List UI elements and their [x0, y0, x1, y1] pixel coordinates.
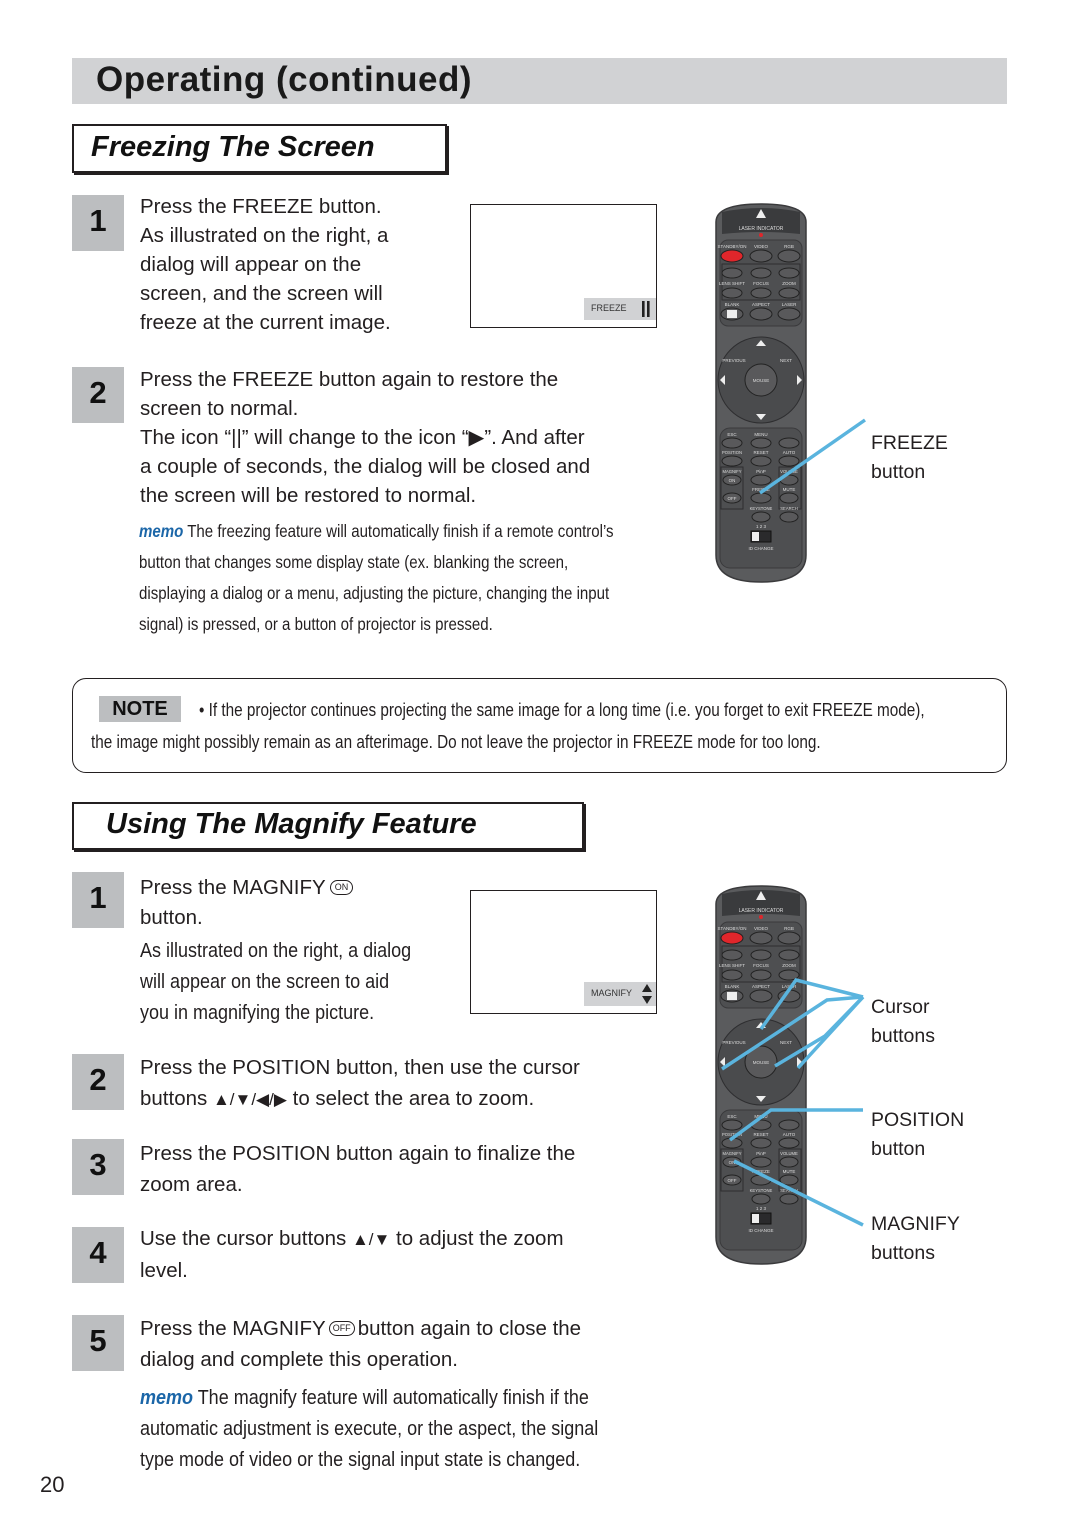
position-button-callout: POSITION button — [871, 1109, 965, 1160]
note-line-2: the image might possibly remain as an af… — [91, 732, 821, 752]
svg-text:STANDBY/ON: STANDBY/ON — [718, 244, 747, 249]
svg-text:MOUSE: MOUSE — [753, 378, 770, 383]
pause-icon — [641, 301, 651, 322]
magnify-callout-lines — [721, 978, 865, 1227]
svg-text:LENS SHIFT: LENS SHIFT — [719, 963, 745, 968]
page-number: 20 — [40, 1472, 65, 1497]
svg-text:VIDEO: VIDEO — [754, 926, 769, 931]
magnify-step-3-number: 3 — [72, 1139, 124, 1195]
magnify-section-heading: Using The Magnify Feature — [72, 802, 584, 850]
magnify-on-badge: ON — [329, 880, 354, 895]
memo-label: memo — [140, 1387, 194, 1409]
freeze-step-2-text: Press the FREEZE button again to restore… — [140, 368, 591, 507]
note-box: NOTE • If the projector continues projec… — [72, 678, 1007, 773]
freeze-step-1-number: 1 — [72, 195, 124, 251]
svg-text:LASER: LASER — [782, 302, 798, 307]
magnify-step-3-text: Press the POSITION button again to final… — [140, 1142, 576, 1196]
magnify-osd-label: MAGNIFY — [591, 988, 633, 998]
magnify-step-5-text: Press the MAGNIFY OFF button again to clos… — [140, 1317, 582, 1371]
memo-label: memo — [139, 521, 184, 541]
svg-text:LASER INDICATOR: LASER INDICATOR — [739, 908, 784, 914]
freeze-callout-line — [759, 418, 866, 495]
up-down-arrows-icon: ▲/▼ — [351, 1230, 391, 1249]
cursor-arrows-icon: ▲/▼/◀/▶ — [212, 1090, 287, 1109]
cursor-buttons-callout: Cursor buttons — [871, 996, 935, 1047]
freeze-step-2-number: 2 — [72, 367, 124, 423]
svg-text:LASER INDICATOR: LASER INDICATOR — [739, 226, 784, 232]
svg-text:RGB: RGB — [784, 244, 794, 249]
svg-text:BLANK: BLANK — [725, 302, 740, 307]
magnify-step-5-number: 5 — [72, 1315, 124, 1371]
magnify-step-4-number: 4 — [72, 1227, 124, 1283]
up-down-arrows-icon — [642, 983, 652, 1010]
svg-text:LENS SHIFT: LENS SHIFT — [719, 281, 745, 286]
magnify-heading-text: Using The Magnify Feature — [106, 808, 477, 840]
magnify-step-2-text: Press the POSITION button, then use the … — [140, 1056, 580, 1110]
svg-text:1 2 3: 1 2 3 — [756, 524, 767, 529]
freeze-screen-illustration: FREEZE — [470, 204, 657, 328]
magnify-step-1-subtext: As illustrated on the right, a dialog wi… — [140, 940, 412, 1024]
page-title-band: Operating (continued) — [72, 58, 1007, 104]
note-line-1: • If the projector continues projecting … — [199, 700, 925, 720]
magnify-screen-illustration: MAGNIFY — [470, 890, 657, 1014]
note-badge: NOTE — [99, 696, 181, 722]
svg-text:VIDEO: VIDEO — [754, 244, 769, 249]
svg-text:RGB: RGB — [784, 926, 794, 931]
freeze-osd-dialog: FREEZE — [584, 298, 656, 320]
svg-text:FOCUS: FOCUS — [753, 281, 769, 286]
freeze-button-callout: FREEZE button — [871, 432, 948, 483]
magnify-step-1-text: Press the MAGNIFY ON button. — [140, 873, 470, 933]
magnify-step-1-number: 1 — [72, 872, 124, 928]
freeze-step-1-text: Press the FREEZE button. As illustrated … — [140, 195, 391, 334]
magnify-memo: memo The magnify feature will automatica… — [140, 1387, 599, 1471]
svg-text:ZOOM: ZOOM — [782, 281, 796, 286]
page-title: Operating (continued) — [96, 60, 473, 99]
magnify-osd-dialog: MAGNIFY — [584, 982, 656, 1006]
svg-text:PREVIOUS: PREVIOUS — [722, 358, 745, 363]
freeze-osd-label: FREEZE — [591, 303, 627, 313]
magnify-buttons-callout: MAGNIFY buttons — [871, 1213, 960, 1264]
freeze-memo: memo The freezing feature will automatic… — [139, 521, 614, 634]
magnify-step-4-text: Use the cursor buttons ▲/▼ to adjust the… — [140, 1227, 564, 1282]
svg-text:ZOOM: ZOOM — [782, 963, 796, 968]
svg-text:NEXT: NEXT — [780, 358, 792, 363]
svg-text:ASPECT: ASPECT — [752, 302, 770, 307]
svg-text:STANDBY/ON: STANDBY/ON — [718, 926, 747, 931]
magnify-off-badge: OFF — [328, 1321, 355, 1336]
magnify-step-2-number: 2 — [72, 1054, 124, 1110]
svg-text:FOCUS: FOCUS — [753, 963, 769, 968]
freeze-section-heading: Freezing The Screen — [72, 124, 447, 173]
svg-text:ID CHANGE: ID CHANGE — [748, 546, 773, 551]
freeze-heading-text: Freezing The Screen — [91, 131, 375, 163]
remote-control-freeze: LASER INDICATOR STANDBY/ON VIDEO RGB LEN… — [706, 200, 816, 585]
